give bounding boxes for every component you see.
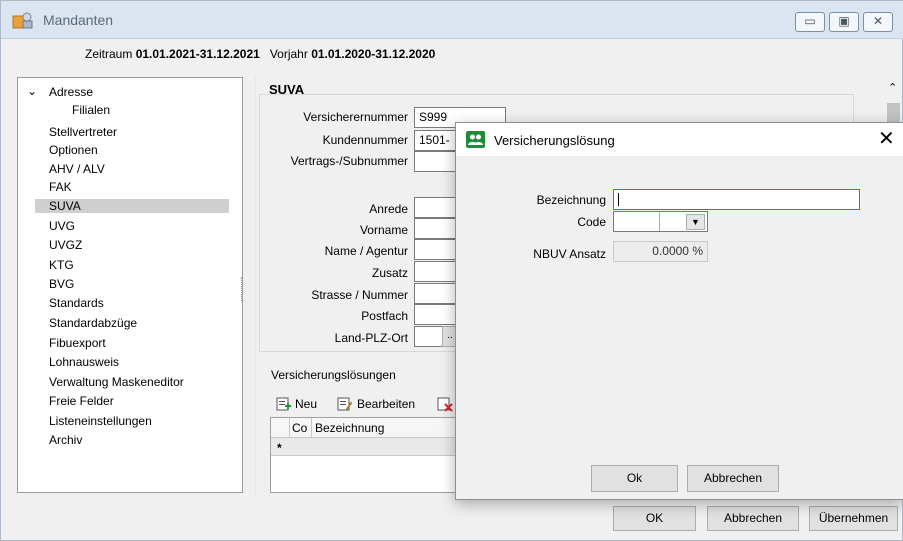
new-row-marker: *: [277, 441, 282, 455]
nbuv-ansatz-field: 0.0000 %: [613, 241, 708, 262]
tree-item-ahv-alv[interactable]: AHV / ALV: [49, 162, 105, 176]
mandanten-window: Mandanten ▭ ▣ ✕ Zeitraum 01.01.2021-31.1…: [0, 0, 903, 541]
dialog-title: Versicherungslösung: [494, 133, 615, 148]
zusatz-label: Zusatz: [371, 266, 408, 280]
bezeichnung-label: Bezeichnung: [536, 193, 606, 207]
edit-icon: [337, 397, 353, 411]
postfach-label: Postfach: [361, 309, 408, 323]
ok-button[interactable]: OK: [613, 506, 696, 531]
column-header-code[interactable]: Co: [292, 421, 310, 435]
title-bar: Mandanten ▭ ▣ ✕: [1, 1, 903, 39]
grid-new-row[interactable]: [271, 438, 459, 456]
period-info: Zeitraum 01.01.2021-31.12.2021 Vorjahr 0…: [85, 47, 435, 61]
loesungen-grid[interactable]: Co Bezeichnung *: [270, 417, 460, 493]
anrede-label: Anrede: [369, 202, 408, 216]
text-cursor: [618, 193, 619, 206]
tree-item-uvg[interactable]: UVG: [49, 219, 75, 233]
dropdown-arrow-icon[interactable]: ▼: [686, 214, 705, 230]
strasse-nummer-label: Strasse / Nummer: [311, 288, 408, 302]
people-icon: [466, 131, 485, 148]
new-icon: [276, 397, 291, 411]
land-plz-ort-label: Land-PLZ-Ort: [334, 331, 408, 345]
dialog-cancel-button[interactable]: Abbrechen: [687, 465, 779, 492]
tree-item-ktg[interactable]: KTG: [49, 258, 74, 272]
chevron-down-icon[interactable]: ⌄: [27, 84, 37, 98]
tree-item-archiv[interactable]: Archiv: [49, 433, 82, 447]
tree-item-fibuexport[interactable]: Fibuexport: [49, 336, 106, 350]
loesungen-toolbar: Neu Bearbeiten: [271, 395, 461, 415]
period-label: Zeitraum: [85, 47, 133, 61]
versicherungsloesungen-label: Versicherungslösungen: [271, 368, 396, 382]
tree-item-standards[interactable]: Standards: [49, 296, 104, 310]
versicherernummer-label: Versicherernummer: [303, 110, 408, 124]
column-header-bezeichnung[interactable]: Bezeichnung: [315, 421, 384, 435]
dialog-ok-button[interactable]: Ok: [591, 465, 678, 492]
edit-button[interactable]: Bearbeiten: [357, 397, 415, 411]
nbuv-ansatz-label: NBUV Ansatz: [533, 247, 606, 261]
tree-item-fak[interactable]: FAK: [49, 180, 72, 194]
tree-item-standardabzuege[interactable]: Standardabzüge: [49, 316, 137, 330]
bezeichnung-input[interactable]: [613, 189, 860, 210]
tree-item-uvgz[interactable]: UVGZ: [49, 238, 82, 252]
tree-item-suva[interactable]: SUVA: [35, 199, 229, 213]
maximize-button[interactable]: ▣: [829, 12, 859, 32]
mandanten-app-icon: [12, 12, 33, 29]
apply-button[interactable]: Übernehmen: [809, 506, 898, 531]
minimize-button[interactable]: ▭: [795, 12, 825, 32]
dialog-close-button[interactable]: ✕: [878, 128, 895, 150]
name-agentur-label: Name / Agentur: [324, 244, 408, 258]
tree-item-freie-felder[interactable]: Freie Felder: [49, 394, 114, 408]
period-value: 01.01.2021-31.12.2021: [135, 47, 260, 61]
navigation-tree: ⌄ Adresse Filialen Stellvertreter Option…: [17, 77, 243, 493]
code-label: Code: [577, 215, 606, 229]
tree-item-filialen[interactable]: Filialen: [72, 103, 110, 117]
panel-splitter[interactable]: [241, 277, 243, 301]
dialog-title-bar: Versicherungslösung ✕: [456, 123, 903, 156]
tree-item-stellvertreter[interactable]: Stellvertreter: [49, 125, 117, 139]
window-title: Mandanten: [43, 12, 114, 28]
code-select-divider: [659, 212, 660, 231]
cancel-button[interactable]: Abbrechen: [707, 506, 799, 531]
kundennummer-label: Kundennummer: [322, 133, 408, 147]
tree-item-listeneinstellungen[interactable]: Listeneinstellungen: [49, 414, 152, 428]
vertrags-subnummer-label: Vertrags-/Subnummer: [290, 154, 408, 168]
close-button[interactable]: ✕: [863, 12, 893, 32]
land-plz-ort-field[interactable]: [414, 326, 444, 347]
tree-item-optionen[interactable]: Optionen: [49, 143, 98, 157]
new-button[interactable]: Neu: [295, 397, 317, 411]
scroll-up-icon[interactable]: ⌃: [888, 81, 897, 94]
tree-item-lohnausweis[interactable]: Lohnausweis: [49, 355, 119, 369]
tree-item-bvg[interactable]: BVG: [49, 277, 74, 291]
delete-icon[interactable]: [437, 396, 453, 412]
vorname-label: Vorname: [359, 223, 408, 237]
tree-item-verwaltung-maskeneditor[interactable]: Verwaltung Maskeneditor: [49, 375, 184, 389]
versicherungsloesung-dialog: Versicherungslösung ✕ Bezeichnung Code ▼…: [455, 122, 903, 500]
previous-year-label: Vorjahr: [269, 47, 308, 61]
previous-year-value: 01.01.2020-31.12.2020: [311, 47, 436, 61]
tree-item-adresse[interactable]: Adresse: [49, 85, 93, 99]
section-title: SUVA: [269, 82, 305, 97]
